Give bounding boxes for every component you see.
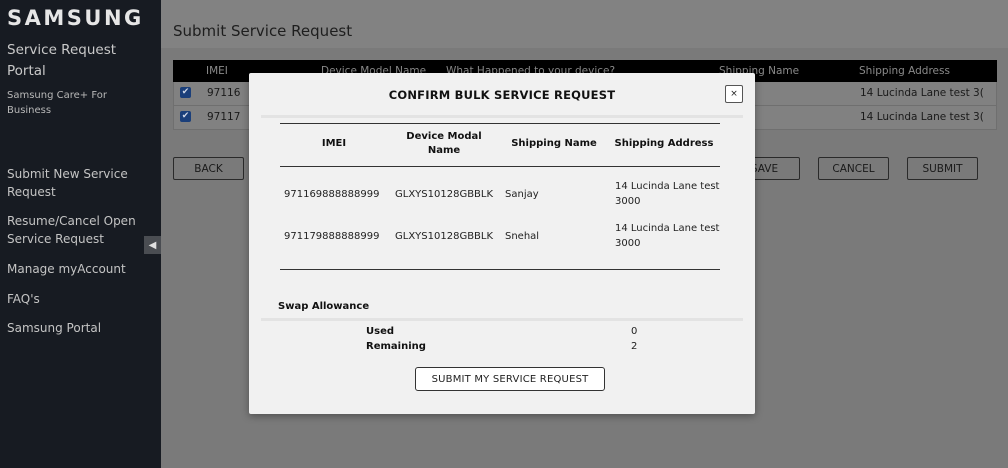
row-checkbox[interactable]: ✔ (180, 87, 191, 98)
submit-button[interactable]: SUBMIT (907, 157, 978, 180)
chevron-left-icon: ◀ (148, 239, 157, 251)
column-header-device-model: Device Modal Name (406, 131, 482, 156)
cell-model: GLXYS10128GBBLK (395, 189, 494, 200)
column-header-shipping-address: Shipping Address (614, 138, 714, 149)
cancel-button[interactable]: CANCEL (818, 157, 889, 180)
column-header-imei: IMEI (206, 65, 228, 77)
row-imei: 97116 (207, 87, 241, 99)
row-shipping-address: 14 Lucinda Lane test 3( (860, 111, 984, 123)
table-top-border (280, 123, 720, 124)
used-value: 0 (631, 326, 638, 337)
column-header-shipping-name: Shipping Name (511, 138, 597, 149)
divider (261, 115, 743, 118)
cell-shipping-name: Sanjay (505, 189, 539, 200)
table-header-border (280, 166, 720, 167)
cell-imei: 971179888888999 (284, 231, 380, 242)
back-button[interactable]: BACK (173, 157, 244, 180)
main-header: Submit Service Request (161, 0, 1008, 48)
sidebar-item-samsung-portal[interactable]: Samsung Portal (7, 319, 101, 337)
collapse-sidebar-button[interactable]: ◀ (144, 236, 161, 254)
row-checkbox[interactable]: ✔ (180, 111, 191, 122)
page-title: Submit Service Request (173, 22, 353, 40)
sidebar-item-submit-new[interactable]: Submit New Service Request (7, 165, 157, 201)
remaining-value: 2 (631, 341, 638, 352)
sidebar: SAMSUNG Service Request Portal Samsung C… (0, 0, 161, 468)
swap-allowance-title: Swap Allowance (278, 301, 370, 312)
confirm-bulk-modal: CONFIRM BULK SERVICE REQUEST × IMEI Devi… (249, 73, 755, 414)
used-label: Used (366, 326, 395, 337)
sidebar-item-resume-cancel[interactable]: Resume/Cancel Open Service Request (7, 212, 157, 248)
column-header-imei: IMEI (321, 138, 347, 149)
cell-shipping-name: Snehal (505, 231, 540, 242)
cell-imei: 971169888888999 (284, 189, 380, 200)
portal-subtitle: Samsung Care+ For Business (7, 90, 107, 116)
column-header-shipping-address: Shipping Address (859, 65, 950, 77)
table-bottom-border (280, 269, 720, 270)
cell-shipping-address: 14 Lucinda Lane test 3000 (615, 223, 720, 249)
close-icon: × (730, 89, 738, 99)
row-shipping-address: 14 Lucinda Lane test 3( (860, 87, 984, 99)
portal-title: Service Request Portal (7, 42, 117, 79)
sidebar-item-manage-account[interactable]: Manage myAccount (7, 260, 126, 278)
submit-my-service-request-button[interactable]: SUBMIT MY SERVICE REQUEST (415, 367, 605, 391)
divider (261, 318, 743, 321)
row-imei: 97117 (207, 111, 241, 123)
modal-title: CONFIRM BULK SERVICE REQUEST (388, 88, 616, 102)
cell-shipping-address: 14 Lucinda Lane test 3000 (615, 181, 720, 207)
sidebar-item-faqs[interactable]: FAQ's (7, 290, 40, 308)
remaining-label: Remaining (366, 341, 426, 352)
close-button[interactable]: × (725, 85, 743, 103)
cell-model: GLXYS10128GBBLK (395, 231, 494, 242)
samsung-logo[interactable]: SAMSUNG (7, 6, 144, 30)
